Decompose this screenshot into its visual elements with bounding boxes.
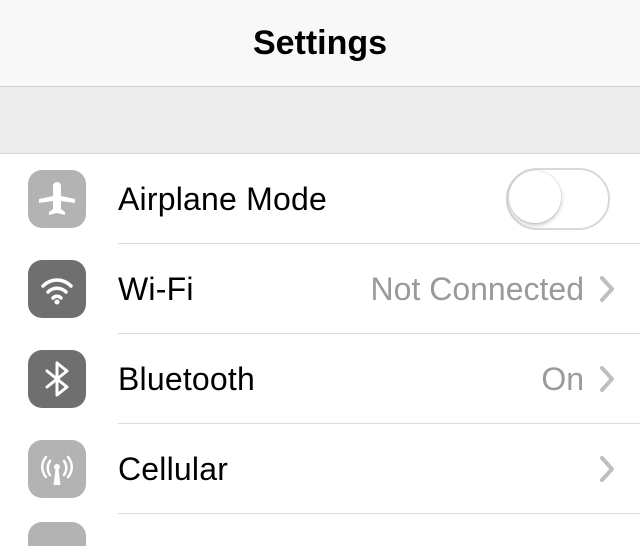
row-label: Airplane Mode bbox=[118, 181, 506, 218]
bluetooth-icon bbox=[28, 350, 86, 408]
row-bluetooth[interactable]: Bluetooth On bbox=[0, 334, 640, 424]
section-header-blank bbox=[0, 87, 640, 154]
wifi-icon bbox=[28, 260, 86, 318]
chevron-right-icon bbox=[594, 275, 620, 303]
unknown-icon bbox=[28, 522, 86, 546]
cellular-icon bbox=[28, 440, 86, 498]
airplane-mode-toggle[interactable] bbox=[506, 168, 610, 230]
settings-list: Airplane Mode Wi-Fi Not Connected Blueto… bbox=[0, 154, 640, 546]
settings-screen: Settings Airplane Mode Wi-Fi Not Connect… bbox=[0, 0, 640, 546]
row-label: Bluetooth bbox=[118, 361, 541, 398]
row-next-partial[interactable] bbox=[0, 514, 640, 546]
navbar: Settings bbox=[0, 0, 640, 87]
row-cellular[interactable]: Cellular bbox=[0, 424, 640, 514]
row-label: Wi-Fi bbox=[118, 271, 371, 308]
chevron-right-icon bbox=[594, 365, 620, 393]
row-airplane-mode: Airplane Mode bbox=[0, 154, 640, 244]
page-title: Settings bbox=[253, 24, 387, 63]
row-value: On bbox=[541, 361, 584, 398]
toggle-knob bbox=[509, 171, 561, 223]
chevron-right-icon bbox=[594, 455, 620, 483]
airplane-icon bbox=[28, 170, 86, 228]
row-wifi[interactable]: Wi-Fi Not Connected bbox=[0, 244, 640, 334]
row-value: Not Connected bbox=[371, 271, 584, 308]
row-label: Cellular bbox=[118, 451, 594, 488]
